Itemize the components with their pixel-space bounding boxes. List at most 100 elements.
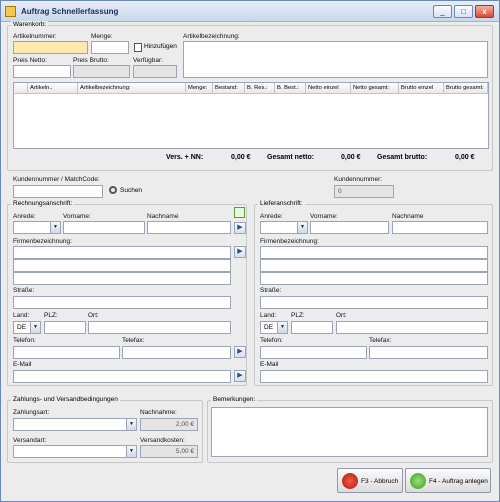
r-anrede-label: Anrede: <box>13 213 36 220</box>
order-window: Auftrag Schnellerfassung _ □ x Warenkorb… <box>0 0 500 502</box>
nachnahme-label: Nachnahme: <box>140 409 177 416</box>
chevron-down-icon: ▼ <box>126 419 136 430</box>
arrow-right-icon[interactable]: ▶ <box>234 222 246 234</box>
l-ort-input[interactable] <box>336 321 488 334</box>
l-anrede-select[interactable]: ▼ <box>260 221 308 234</box>
r-ort-input[interactable] <box>88 321 231 334</box>
col-brutto-einzel[interactable]: Brutto einzel <box>399 83 444 94</box>
col-bestand[interactable]: Bestand: <box>213 83 245 94</box>
bemerkungen-textarea[interactable] <box>211 407 488 457</box>
maximize-button[interactable]: □ <box>454 5 473 18</box>
l-land-select[interactable]: DE ▼ <box>260 321 288 334</box>
r-plz-label: PLZ: <box>44 312 58 319</box>
r-firma-input-3[interactable] <box>13 272 231 285</box>
l-email-input[interactable] <box>260 370 488 383</box>
bez-label: Artikelbezeichnung: <box>183 33 240 40</box>
versandkosten-label: Versandkosten: <box>140 437 185 444</box>
r-strasse-input[interactable] <box>13 296 231 309</box>
r-telefax-input[interactable] <box>122 346 231 359</box>
anlegen-button[interactable]: F4 - Auftrag anlegen <box>405 468 491 493</box>
abbruch-label: F3 - Abbruch <box>361 478 399 485</box>
l-firma-input-2[interactable] <box>260 259 488 272</box>
col-netto-einzel[interactable]: Netto einzel <box>306 83 351 94</box>
suchen-label: Suchen <box>120 187 143 194</box>
abbruch-button[interactable]: F3 - Abbruch <box>337 468 403 493</box>
netto-value: 0,00 € <box>341 154 361 161</box>
kundennr-input: 0 <box>334 185 394 198</box>
r-firma-input-1[interactable] <box>13 246 231 259</box>
l-telefax-input[interactable] <box>369 346 488 359</box>
r-anrede-select[interactable]: ▼ <box>13 221 61 234</box>
arrow-right-icon[interactable]: ▶ <box>234 346 246 358</box>
r-firma-input-2[interactable] <box>13 259 231 272</box>
arrow-right-icon[interactable]: ▶ <box>234 246 246 258</box>
r-telefon-label: Telefon: <box>13 337 36 344</box>
col-bres[interactable]: B. Res.: <box>245 83 275 94</box>
nachnahme-input: 2,00 € <box>140 418 198 431</box>
l-land-label: Land: <box>260 312 277 319</box>
r-telefon-input[interactable] <box>13 346 120 359</box>
bemerkungen-legend: Bemerkungen: <box>211 396 258 403</box>
chevron-down-icon: ▼ <box>50 222 60 233</box>
r-ort-label: Ort: <box>88 312 99 319</box>
l-plz-input[interactable] <box>291 321 333 334</box>
col-bez[interactable]: Artikelbezeichnung: <box>78 83 186 94</box>
zahlungsart-select[interactable]: ▼ <box>13 418 137 431</box>
col-brutto-gesamt[interactable]: Brutto gesamt: <box>444 83 488 94</box>
menge-input[interactable] <box>91 41 129 54</box>
l-plz-label: PLZ: <box>291 312 305 319</box>
minimize-button[interactable]: _ <box>433 5 452 18</box>
r-telefax-label: Telefax: <box>122 337 145 344</box>
artnr-input[interactable] <box>13 41 88 54</box>
l-anrede-label: Anrede: <box>260 213 283 220</box>
col-netto-gesamt[interactable]: Netto gesamt: <box>351 83 399 94</box>
l-telefax-label: Telefax: <box>369 337 392 344</box>
artnr-label: Artikelnummer: <box>13 33 57 40</box>
r-strasse-label: Straße: <box>13 287 35 294</box>
l-firma-input-3[interactable] <box>260 272 488 285</box>
bez-textarea[interactable] <box>183 41 488 78</box>
versandart-label: Versandart: <box>13 437 47 444</box>
suchen-button[interactable]: Suchen <box>107 184 147 197</box>
l-email-label: E-Mail <box>260 361 279 368</box>
col-artnr[interactable]: Artikeln.. <box>28 83 78 94</box>
kundennr-label: Kundennummer: <box>334 176 383 183</box>
title-bar: Auftrag Schnellerfassung _ □ x <box>1 1 499 22</box>
l-strasse-input[interactable] <box>260 296 488 309</box>
basket-table[interactable]: Artikeln.. Artikelbezeichnung: Menge: Be… <box>13 82 489 149</box>
col-bbest[interactable]: B. Best.: <box>275 83 306 94</box>
vers-value: 0,00 € <box>231 154 251 161</box>
check-icon <box>410 473 426 489</box>
arrow-right-icon[interactable]: ▶ <box>234 370 246 382</box>
l-vorname-label: Vorname: <box>310 213 338 220</box>
l-firma-input-1[interactable] <box>260 246 488 259</box>
chevron-down-icon: ▼ <box>30 322 40 333</box>
l-strasse-label: Straße: <box>260 287 282 294</box>
anlegen-label: F4 - Auftrag anlegen <box>429 478 488 485</box>
r-land-select[interactable]: DE ▼ <box>13 321 41 334</box>
r-plz-input[interactable] <box>44 321 86 334</box>
col-menge[interactable]: Menge: <box>186 83 213 94</box>
r-nachname-input[interactable] <box>147 221 231 234</box>
verfuegbar-input <box>133 65 177 78</box>
l-vorname-input[interactable] <box>310 221 389 234</box>
zahlung-legend: Zahlungs- und Versandbedingungen <box>11 396 120 403</box>
preis-netto-input[interactable] <box>13 65 71 78</box>
l-telefon-input[interactable] <box>260 346 367 359</box>
table-header <box>14 83 28 94</box>
copy-address-icon[interactable] <box>234 207 245 218</box>
match-input[interactable] <box>13 185 103 198</box>
brutto-value: 0,00 € <box>455 154 475 161</box>
menge-label: Menge: <box>91 33 113 40</box>
add-button-label: Hinzufügen <box>144 43 177 50</box>
close-button[interactable]: x <box>475 5 494 18</box>
r-vorname-input[interactable] <box>63 221 145 234</box>
liefer-legend: Lieferanschrift: <box>258 200 305 207</box>
l-nachname-input[interactable] <box>392 221 488 234</box>
versandart-select[interactable]: ▼ <box>13 445 137 458</box>
add-button[interactable]: Hinzufügen <box>132 41 180 54</box>
preis-netto-label: Preis Netto: <box>13 57 47 64</box>
window-title: Auftrag Schnellerfassung <box>21 7 119 16</box>
r-email-input[interactable] <box>13 370 231 383</box>
l-land-value: DE <box>264 324 274 331</box>
